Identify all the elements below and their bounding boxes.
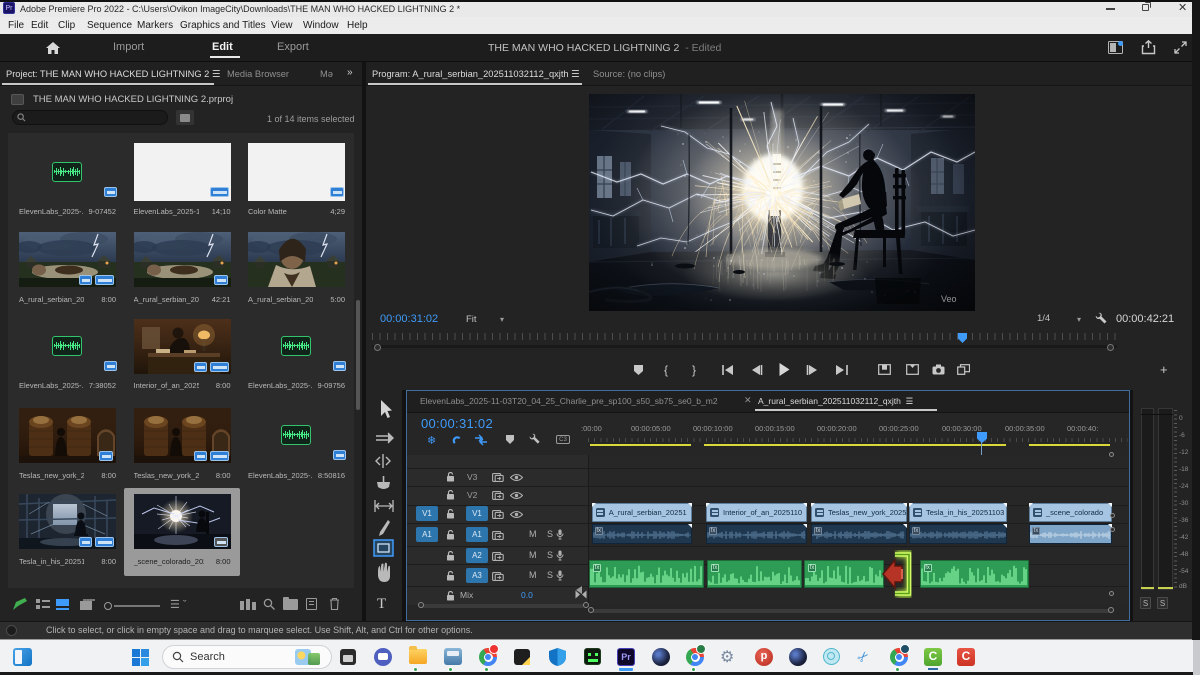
- svg-text:T: T: [377, 596, 386, 612]
- svg-text:Veo: Veo: [941, 294, 957, 304]
